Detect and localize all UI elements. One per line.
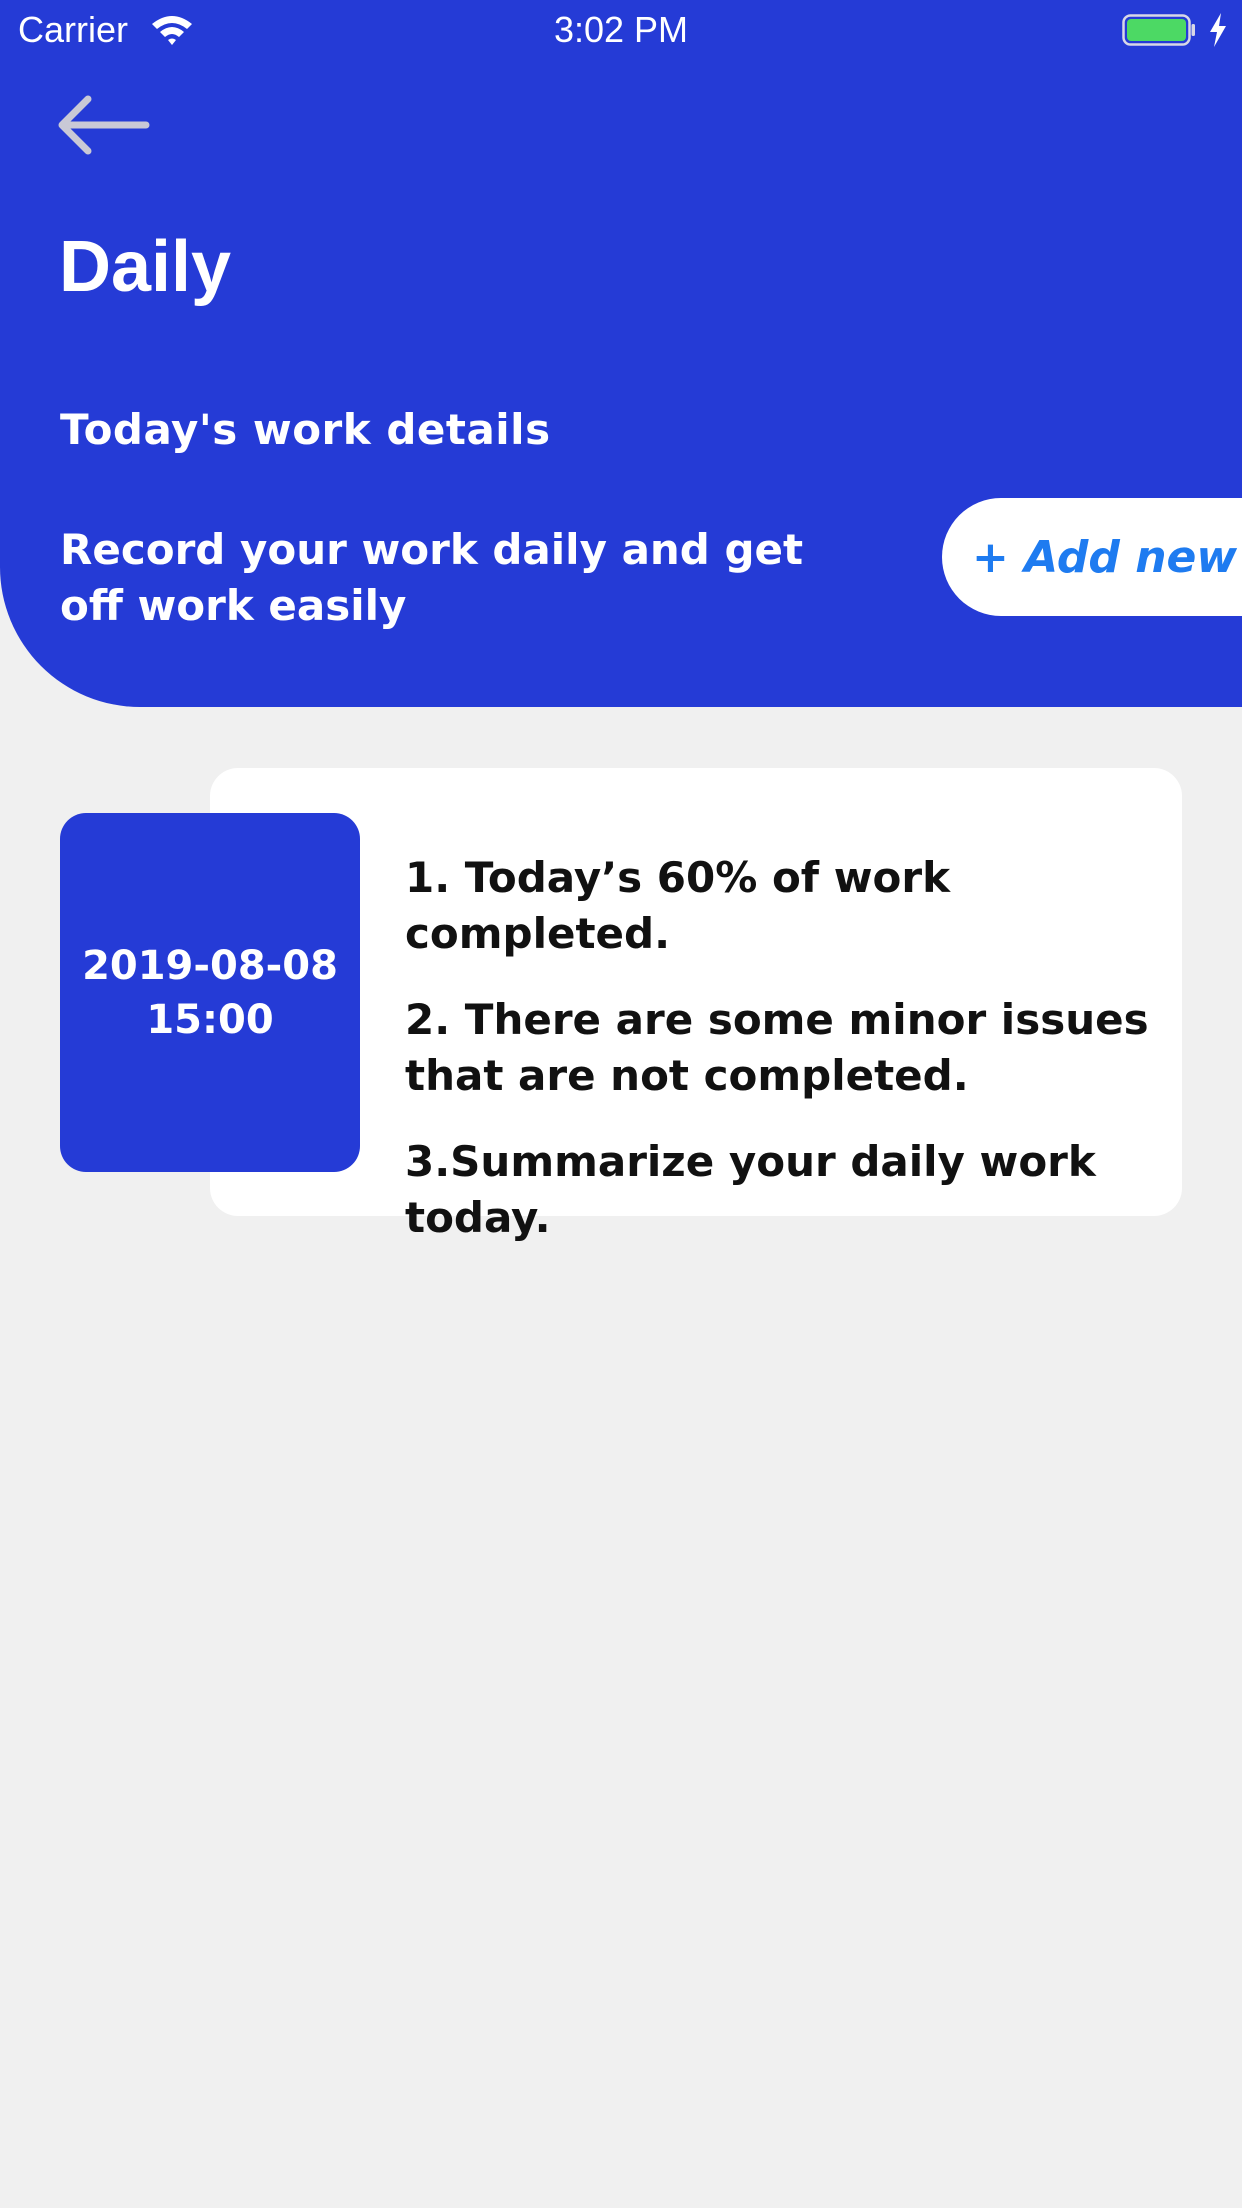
page-subtitle: Today's work details — [60, 405, 551, 454]
add-new-button[interactable]: + Add new — [942, 498, 1242, 616]
page-description: Record your work daily and get off work … — [60, 525, 804, 630]
charging-bolt-icon — [1210, 13, 1226, 47]
entry-line: 1. Today’s 60% of work completed. — [405, 853, 950, 958]
status-time: 3:02 PM — [553, 9, 689, 50]
entry-details: 1. Today’s 60% of work completed. 2. The… — [405, 850, 1165, 1276]
back-arrow-icon[interactable] — [56, 92, 150, 158]
entry-line: 3.Summarize your daily work today. — [405, 1137, 1096, 1242]
battery-icon — [1122, 14, 1195, 46]
entry-time: 15:00 — [146, 996, 274, 1043]
header-panel: Carrier 3:02 PM Daily Today's work detai… — [0, 0, 1242, 707]
daily-screen: Carrier 3:02 PM Daily Today's work detai… — [0, 0, 1242, 2208]
page-title: Daily — [59, 227, 232, 307]
entry-date-badge: 2019-08-08 15:00 — [60, 813, 360, 1172]
entry-date: 2019-08-08 — [82, 942, 338, 989]
status-bar: Carrier 3:02 PM — [0, 0, 1242, 62]
entry-line: 2. There are some minor issues that are … — [405, 995, 1149, 1100]
